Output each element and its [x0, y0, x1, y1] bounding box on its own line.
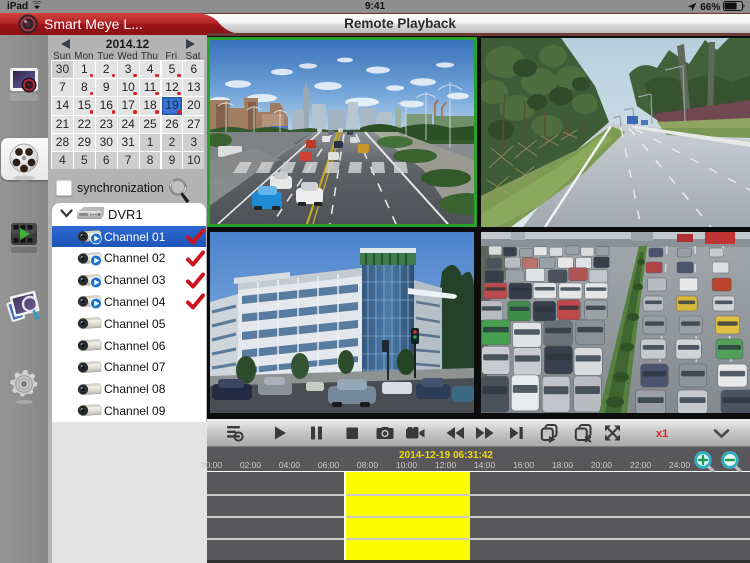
- svg-text:x1: x1: [656, 428, 668, 440]
- svg-text:Smart Meye L...: Smart Meye L...: [44, 16, 143, 32]
